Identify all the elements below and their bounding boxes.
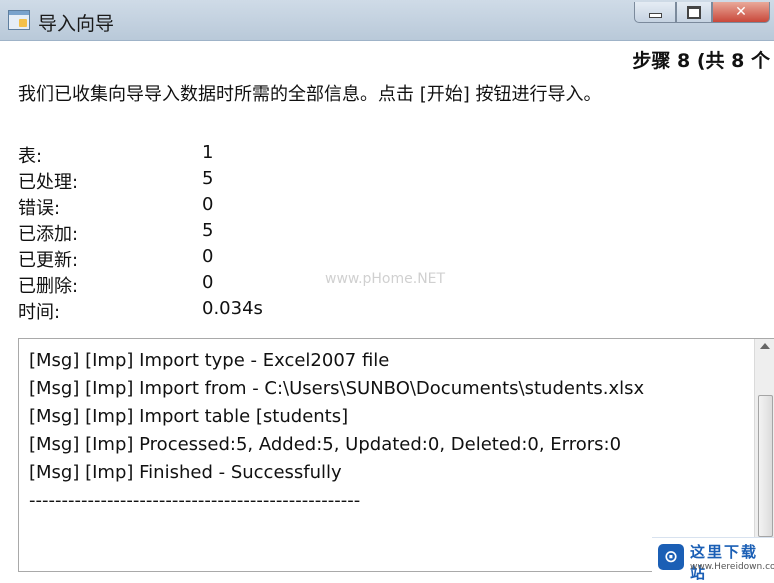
stat-row-processed: 已处理: 5 [18,166,318,193]
stat-value: 0 [202,194,214,215]
stat-label: 已更新: [18,250,79,271]
watermark: www.pHome.NET [325,271,446,287]
maximize-button[interactable] [676,2,712,23]
site-logo-icon: ⊙ [658,544,684,570]
close-button[interactable]: ✕ [712,2,770,23]
log-line: [Msg] [Imp] Finished - Successfully [29,462,342,483]
stat-row-deleted: 已删除: 0 [18,270,318,297]
stat-value: 1 [202,142,214,163]
stat-value: 0.034s [202,298,263,319]
site-url: www.Hereidown.com [690,562,774,572]
log-separator: ----------------------------------------… [29,490,361,511]
minimize-button[interactable] [634,2,676,23]
stat-row-errors: 错误: 0 [18,192,318,219]
title-bar: 导入向导 ✕ [0,0,774,41]
log-line: [Msg] [Imp] Processed:5, Added:5, Update… [29,434,622,455]
log-line: [Msg] [Imp] Import type - Excel2007 file [29,350,390,371]
stat-row-updated: 已更新: 0 [18,244,318,271]
window-title: 导入向导 [38,13,115,35]
log-lines: [Msg] [Imp] Import type - Excel2007 file… [29,347,644,515]
stat-row-time: 时间: 0.034s [18,296,318,323]
log-line: [Msg] [Imp] Import from - C:\Users\SUNBO… [29,378,645,399]
stat-row-tables: 表: 1 [18,140,318,167]
stat-row-added: 已添加: 5 [18,218,318,245]
stat-label: 表: [18,146,43,167]
step-indicator: 步骤 8 (共 8 个 [632,50,770,72]
stat-value: 5 [202,168,214,189]
log-line: [Msg] [Imp] Import table [students] [29,406,349,427]
stats-list: 表: 1 已处理: 5 错误: 0 已添加: 5 已更新: 0 已删除: 0 时… [18,140,318,323]
window-controls: ✕ [634,2,770,23]
intro-text: 我们已收集向导导入数据时所需的全部信息。点击 [开始] 按钮进行导入。 [18,84,602,105]
stat-label: 已删除: [18,276,79,297]
site-badge: ⊙ 这里下载站 www.Hereidown.com [652,537,774,582]
scrollbar-thumb[interactable] [758,395,773,537]
stat-label: 错误: [18,198,61,219]
stat-value: 5 [202,220,214,241]
stat-label: 时间: [18,302,61,323]
scroll-up-arrow-icon[interactable] [760,343,770,349]
stat-value: 0 [202,272,214,293]
stat-label: 已处理: [18,172,79,193]
stat-value: 0 [202,246,214,267]
minimize-icon [648,12,662,18]
stat-label: 已添加: [18,224,79,245]
maximize-icon [687,5,701,19]
close-icon: ✕ [735,4,747,20]
app-icon [8,10,30,30]
